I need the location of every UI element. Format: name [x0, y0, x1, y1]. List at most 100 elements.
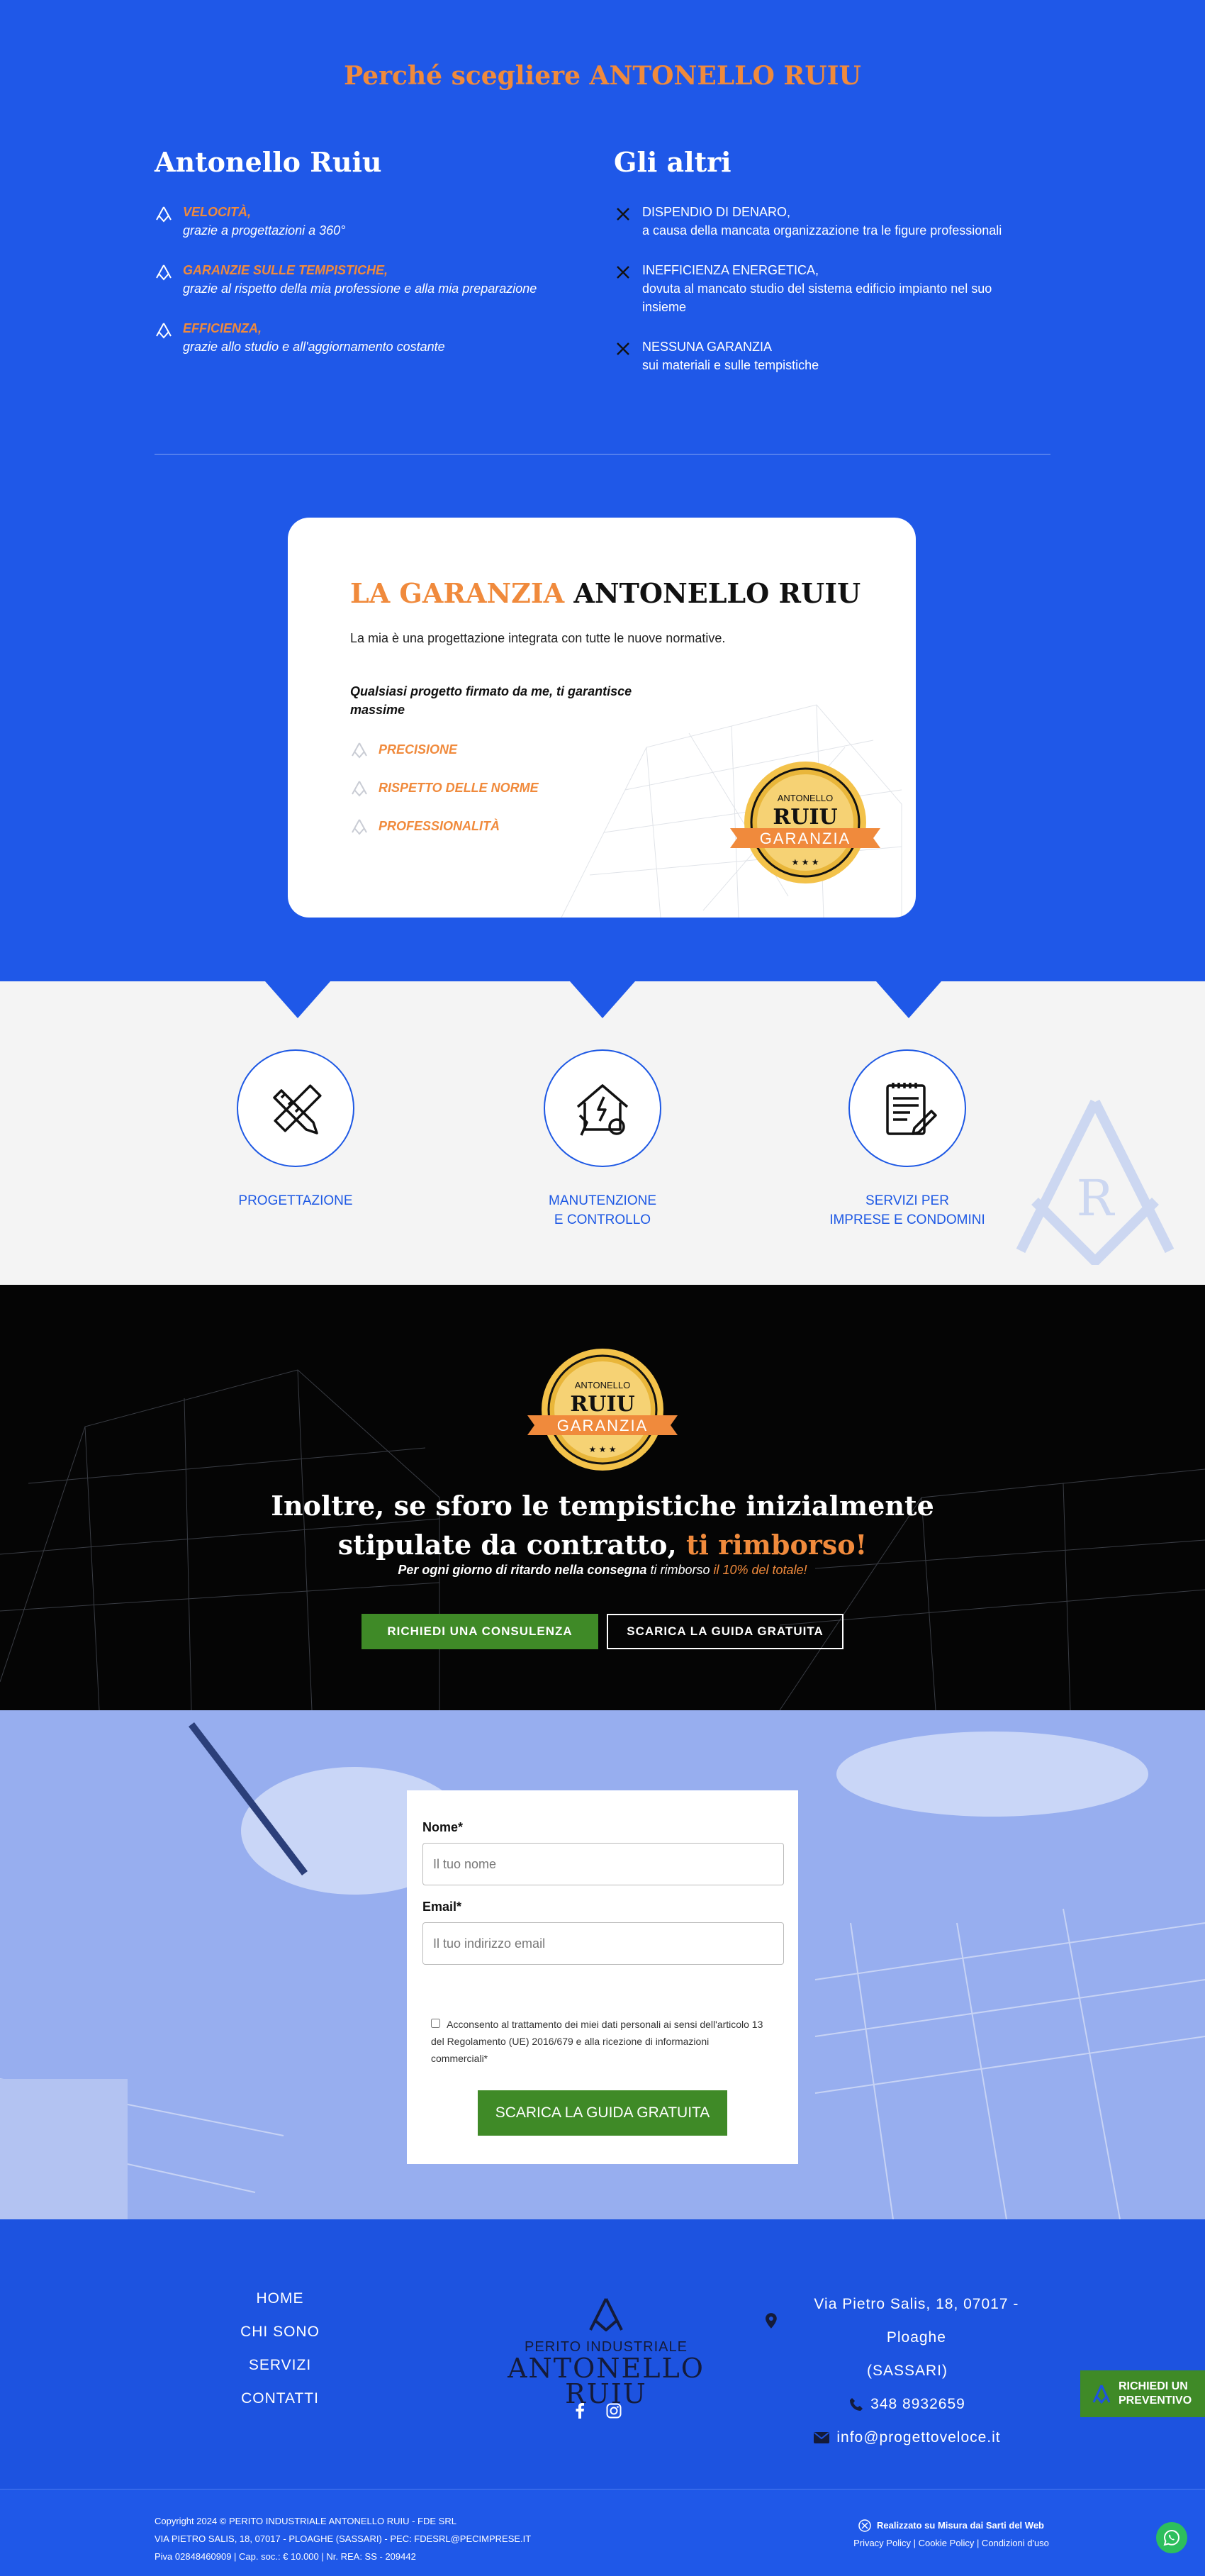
- section-notch: [876, 981, 941, 1018]
- address-line2: (SASSARI): [866, 2363, 948, 2379]
- submit-button[interactable]: SCARICA LA GUIDA GRATUITA: [478, 2090, 727, 2136]
- phone-number: 348 8932659: [870, 2396, 965, 2412]
- guarantee-lead: Qualsiasi progetto firmato da me, ti gar…: [350, 684, 632, 717]
- pros-item-text: grazie a progettazioni a 360°: [183, 223, 346, 238]
- compass-square-icon: [156, 323, 172, 339]
- house-tools-icon: [576, 1084, 629, 1136]
- service-maintenance[interactable]: MANUTENZIONE E CONTROLLO: [489, 1049, 716, 1230]
- phone-icon: [850, 2397, 863, 2411]
- badge-top-text: ANTONELLO: [778, 793, 834, 803]
- promise-title-accent: ti rimborso!: [686, 1529, 868, 1561]
- footer-nav-about[interactable]: CHI SONO: [213, 2324, 347, 2357]
- copyright-line2: VIA PIETRO SALIS, 18, 07017 - PLOAGHE (S…: [155, 2533, 532, 2544]
- service-companies[interactable]: SERVIZI PER IMPRESE E CONDOMINI: [794, 1049, 1021, 1230]
- guarantee-item-label: PRECISIONE: [379, 742, 458, 757]
- service-label: MANUTENZIONE E CONTROLLO: [549, 1193, 656, 1227]
- consent-checkbox[interactable]: [431, 2019, 440, 2028]
- cons-list: DISPENDIO DI DENARO, a causa della manca…: [614, 203, 1025, 396]
- social-links: [571, 2402, 622, 2419]
- why-section: Perché scegliere ANTONELLO RUIU Antonell…: [0, 0, 1205, 981]
- phone[interactable]: 348 8932659: [766, 2387, 1049, 2421]
- pros-item: GARANZIE SULLE TEMPISTICHE, grazie al ri…: [155, 261, 580, 298]
- guarantee-item-label: RISPETTO DELLE NORME: [379, 781, 539, 795]
- cons-item-title: DISPENDIO DI DENARO,: [642, 205, 791, 219]
- download-guide-button[interactable]: SCARICA LA GUIDA GRATUITA: [607, 1614, 844, 1649]
- pros-item-title: EFFICIENZA,: [183, 321, 262, 335]
- service-icon-circle: [237, 1049, 354, 1167]
- cons-item: INEFFICIENZA ENERGETICA, dovuta al manca…: [614, 261, 1025, 316]
- guarantee-item: PRECISIONE: [350, 740, 539, 779]
- request-consultation-button[interactable]: RICHIEDI UNA CONSULENZA: [362, 1614, 598, 1649]
- consent-text: Acconsento al trattamento dei miei dati …: [431, 2019, 763, 2064]
- mail-icon: [814, 2431, 830, 2443]
- copyright: Copyright 2024 © PERITO INDUSTRIALE ANTO…: [155, 2512, 531, 2565]
- guarantee-item: PROFESSIONALITÀ: [350, 817, 539, 855]
- ruler-pencil-icon: [273, 1084, 322, 1134]
- request-quote-button[interactable]: RICHIEDI UN PREVENTIVO: [1080, 2370, 1205, 2417]
- request-quote-line1: RICHIEDI UN: [1119, 2380, 1188, 2392]
- guarantee-title: LA GARANZIA ANTONELLO RUIU: [350, 577, 861, 609]
- compass-square-icon: [589, 2298, 623, 2332]
- map-pin-icon: [766, 2313, 777, 2329]
- legal-links[interactable]: Privacy Policy | Cookie Policy | Condizi…: [845, 2534, 1058, 2552]
- pros-item-text: grazie al rispetto della mia professione…: [183, 281, 537, 296]
- badge-mid-text: RUIU: [570, 1392, 634, 1417]
- promise-sub-accent: il 10% del totale!: [713, 1563, 807, 1577]
- guide-download-form: Nome* Email* Acconsento al trattamento d…: [407, 1790, 798, 2164]
- email-input[interactable]: [422, 1922, 784, 1965]
- credit-text: Realizzato su Misura dai Sarti del Web: [877, 2520, 1044, 2531]
- footer-nav-services[interactable]: SERVIZI: [213, 2357, 347, 2390]
- whatsapp-button[interactable]: [1156, 2522, 1187, 2553]
- guarantee-title-rest: ANTONELLO RUIU: [573, 577, 861, 609]
- pros-item: EFFICIENZA, grazie allo studio e all'agg…: [155, 319, 580, 356]
- cons-item: NESSUNA GARANZIA sui materiali e sulle t…: [614, 338, 1025, 374]
- promise-title: Inoltre, se sforo le tempistiche inizial…: [0, 1486, 1205, 1564]
- guarantee-badge: ANTONELLO RUIU GARANZIA ★ ★ ★: [527, 1349, 678, 1471]
- request-quote-line2: PREVENTIVO: [1119, 2394, 1192, 2407]
- why-title: Perché scegliere ANTONELLO RUIU: [344, 61, 861, 91]
- copyright-line1: Copyright 2024 © PERITO INDUSTRIALE ANTO…: [155, 2516, 456, 2526]
- pros-title: Antonello Ruiu: [155, 146, 382, 178]
- footer: HOME CHI SONO SERVIZI CONTATTI PERITO IN…: [0, 2219, 1205, 2489]
- compass-square-icon: [352, 781, 367, 797]
- service-design[interactable]: PROGETTAZIONE: [182, 1049, 409, 1210]
- whatsapp-icon: [1163, 2529, 1180, 2546]
- email-label: Email*: [422, 1900, 462, 1914]
- credit-link[interactable]: Realizzato su Misura dai Sarti del Web: [845, 2516, 1058, 2534]
- badge-mid-text: RUIU: [773, 805, 837, 830]
- email-address: info@progettoveloce.it: [836, 2429, 1001, 2446]
- cross-icon: [617, 342, 629, 355]
- cons-item-text: a causa della mancata organizzazione tra…: [642, 223, 1002, 238]
- svg-text:R: R: [1077, 1169, 1116, 1227]
- footer-logo[interactable]: PERITO INDUSTRIALE ANTONELLO RUIU: [468, 2297, 744, 2407]
- service-icon-circle: [544, 1049, 661, 1167]
- badge-ribbon-text: GARANZIA: [557, 1417, 648, 1434]
- email[interactable]: info@progettoveloce.it: [766, 2421, 1049, 2454]
- service-icon-circle: [848, 1049, 966, 1167]
- scissors-icon: [858, 2519, 871, 2532]
- promise-subtitle: Per ogni giorno di ritardo nella consegn…: [0, 1563, 1205, 1578]
- section-divider: [155, 454, 1050, 455]
- service-label: PROGETTAZIONE: [238, 1193, 353, 1208]
- facebook-icon[interactable]: [571, 2402, 588, 2419]
- footer-nav-contacts[interactable]: CONTATTI: [213, 2390, 347, 2424]
- promise-sub-mid: ti rimborso: [650, 1563, 710, 1577]
- cons-item-title: INEFFICIENZA ENERGETICA,: [642, 263, 819, 277]
- services-section: R PROGETTAZIONE MANUTENZIONE E CONTROLLO…: [0, 981, 1205, 1285]
- footer-nav-home[interactable]: HOME: [213, 2290, 347, 2324]
- cons-item-title: NESSUNA GARANZIA: [642, 340, 773, 354]
- name-input[interactable]: [422, 1843, 784, 1885]
- compass-square-watermark: R: [1016, 1099, 1175, 1265]
- guarantee-intro: La mia è una progettazione integrata con…: [350, 631, 726, 645]
- logo-title: ANTONELLO RUIU: [508, 2353, 705, 2409]
- guarantee-list: PRECISIONE RISPETTO DELLE NORME PROFESSI…: [350, 740, 539, 855]
- svg-text:★ ★ ★: ★ ★ ★: [589, 1444, 617, 1454]
- form-section: Nome* Email* Acconsento al trattamento d…: [0, 1710, 1205, 2219]
- address: Via Pietro Salis, 18, 07017 - Ploaghe: [766, 2287, 1049, 2354]
- guarantee-card: LA GARANZIA ANTONELLO RUIU La mia è una …: [288, 518, 916, 918]
- promise-section: ANTONELLO RUIU GARANZIA ★ ★ ★ Inoltre, s…: [0, 1285, 1205, 1710]
- promise-title-line1: Inoltre, se sforo le tempistiche inizial…: [271, 1490, 934, 1522]
- pros-item-title: GARANZIE SULLE TEMPISTICHE,: [183, 263, 388, 277]
- instagram-icon[interactable]: [605, 2402, 622, 2419]
- bottom-bar: Copyright 2024 © PERITO INDUSTRIALE ANTO…: [0, 2489, 1205, 2576]
